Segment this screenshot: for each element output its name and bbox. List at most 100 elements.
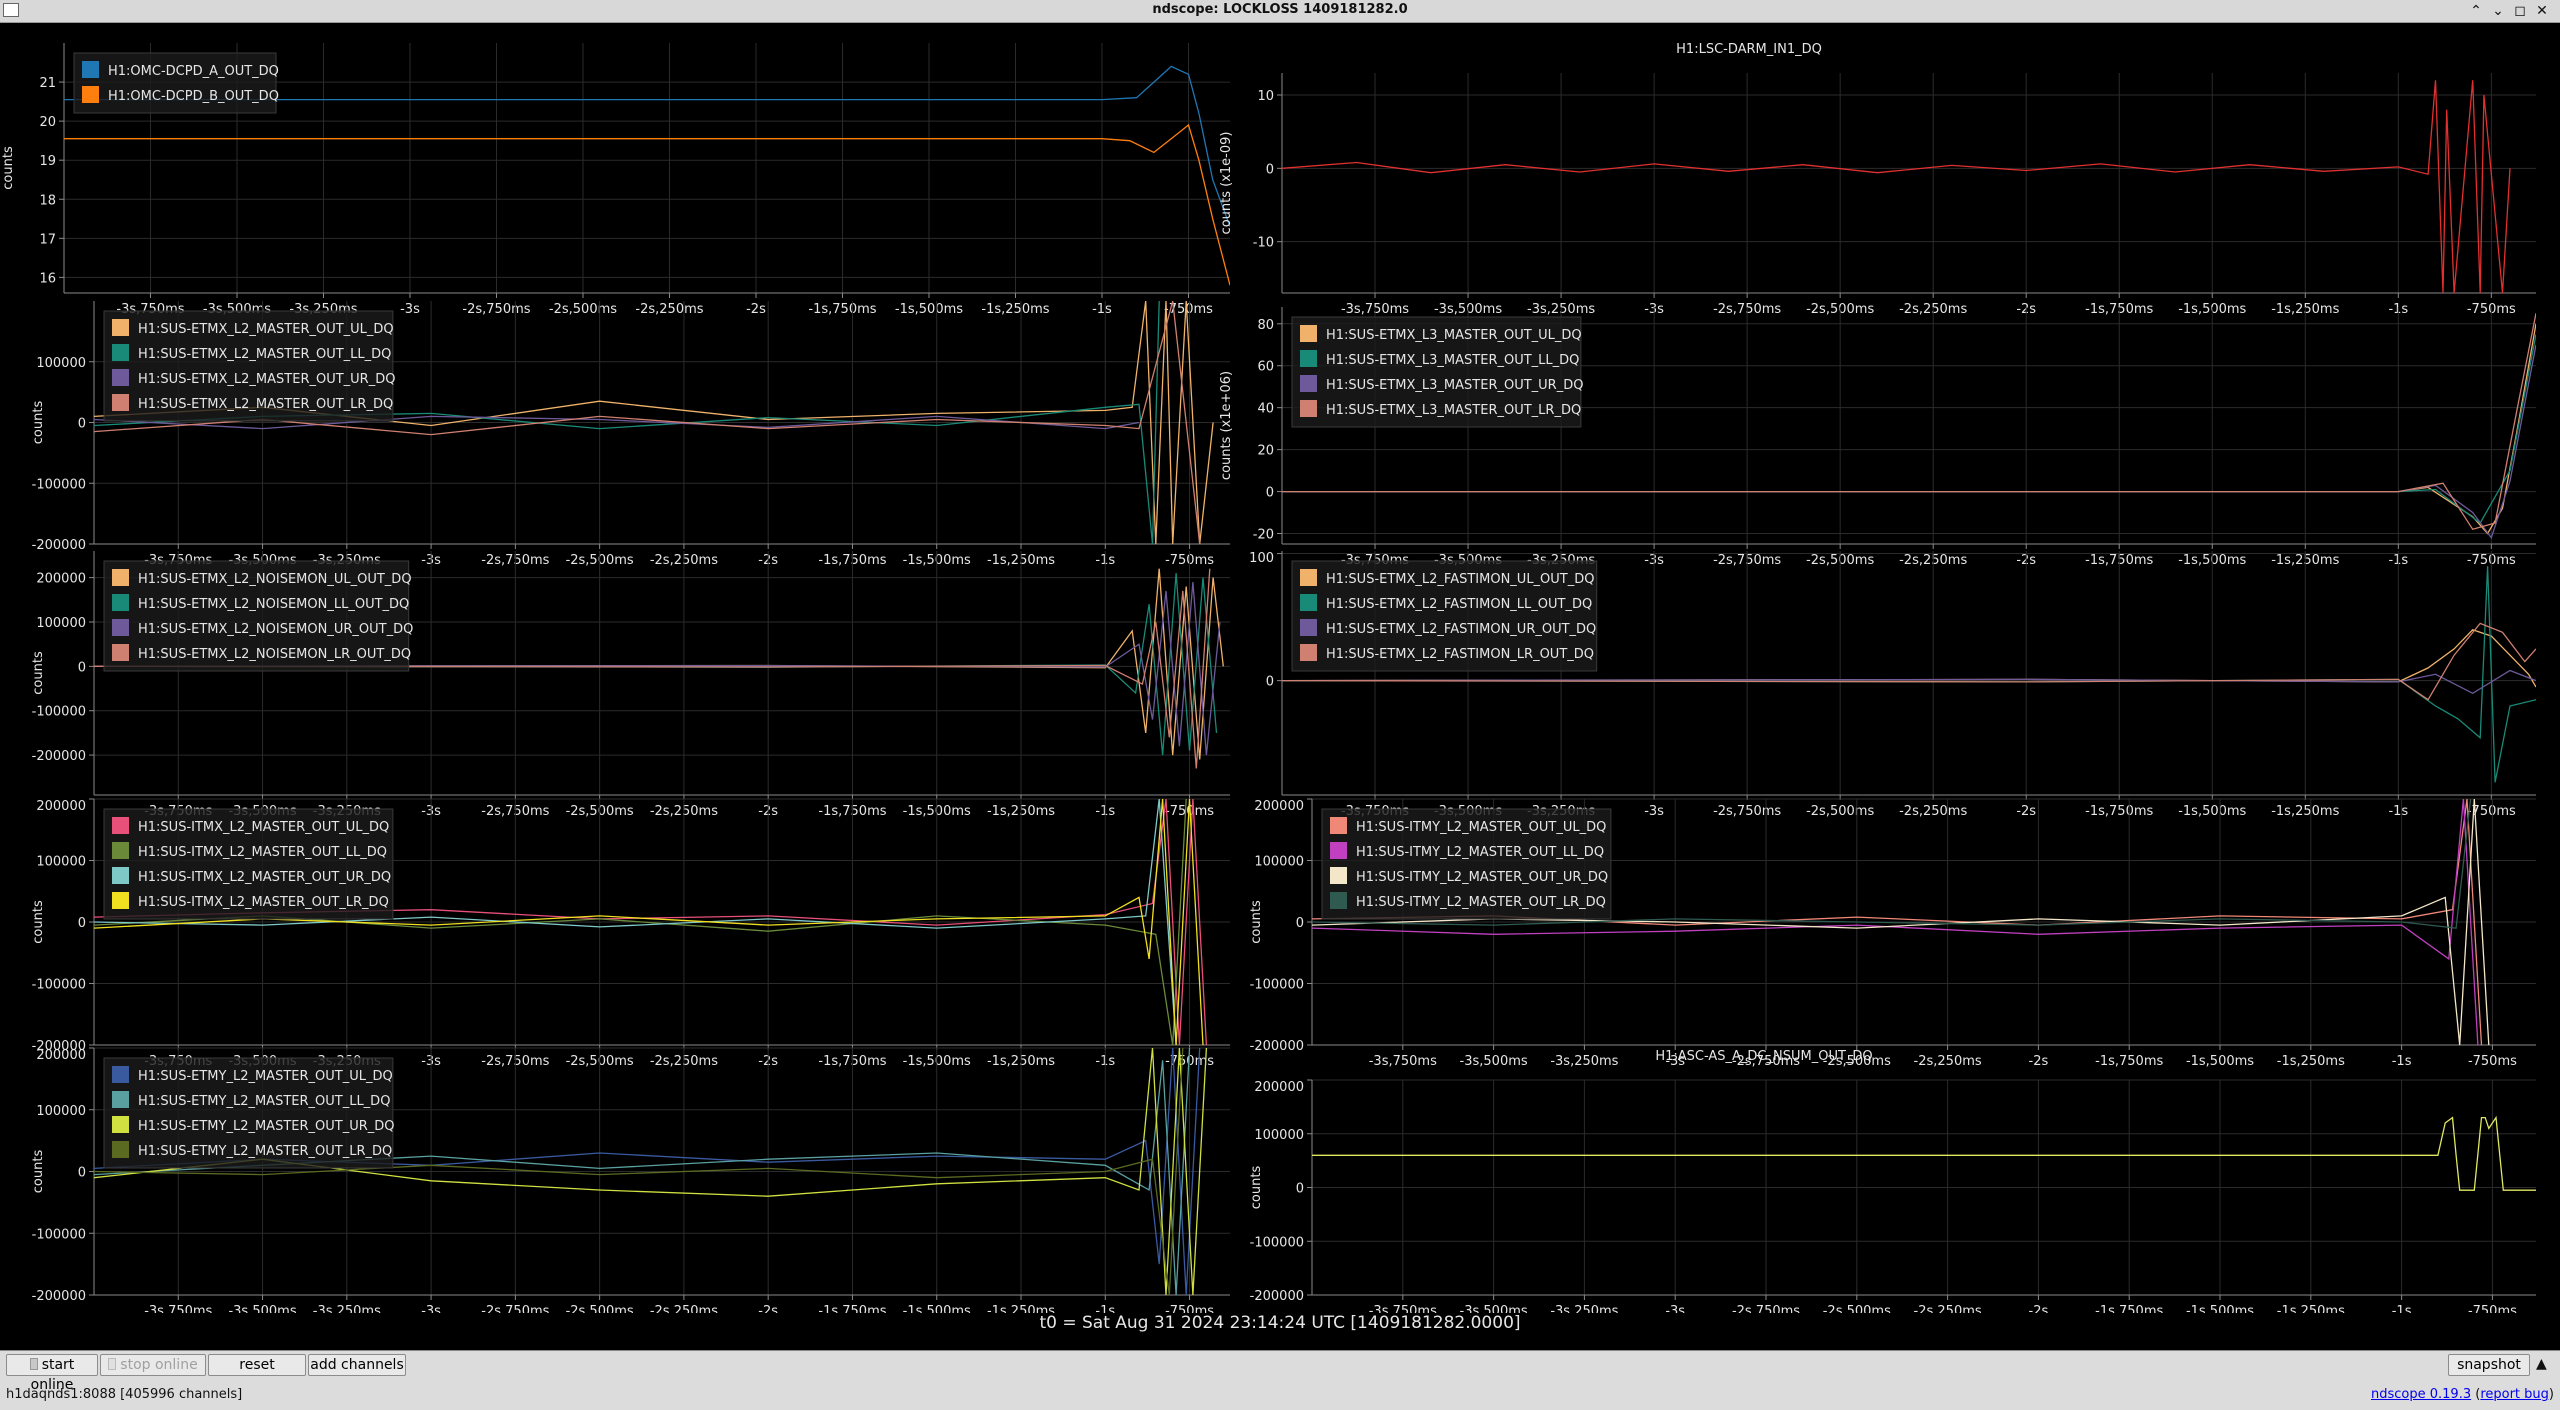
legend-label: H1:SUS-ETMX_L2_FASTIMON_UR_OUT_DQ xyxy=(1326,622,1596,637)
plots-canvas[interactable]: -3s,750ms -3s,500ms -3s,250ms -3s -2s,750ms -… xyxy=(0,23,2560,1313)
legend-swatch[interactable] xyxy=(112,594,129,611)
legend-swatch[interactable] xyxy=(1300,350,1317,367)
y-axis-label: counts xyxy=(31,401,46,445)
series-line xyxy=(1282,80,2511,293)
legend-swatch[interactable] xyxy=(112,569,129,586)
legend-swatch[interactable] xyxy=(112,892,129,909)
x-tick-label: -2s xyxy=(2016,804,2036,819)
plot-panel-10[interactable]: -3s,750ms -3s,500ms -3s,250ms -3s -2s,750ms -… xyxy=(1249,1049,2536,1313)
reset-button[interactable]: reset xyxy=(208,1354,306,1376)
legend-swatch[interactable] xyxy=(1300,569,1317,586)
y-tick-label: 0 xyxy=(1266,486,1274,501)
legend-swatch[interactable] xyxy=(1300,325,1317,342)
x-tick-label: -2s,250ms xyxy=(1914,1054,1982,1069)
plot-panel-8[interactable]: -3s,750ms -3s,500ms -3s,250ms -3s -2s,750ms -… xyxy=(1249,798,2536,1069)
y-tick-label: -200000 xyxy=(32,538,86,553)
legend-swatch[interactable] xyxy=(112,1091,129,1108)
legend-swatch[interactable] xyxy=(112,644,129,661)
y-tick-label: 0 xyxy=(1266,675,1274,690)
legend-swatch[interactable] xyxy=(82,61,99,78)
x-tick-label: -3s,500ms xyxy=(1460,1304,1528,1313)
legend-swatch[interactable] xyxy=(1300,644,1317,661)
y-tick-label: 0 xyxy=(1296,1182,1304,1197)
legend-swatch[interactable] xyxy=(112,394,129,411)
x-tick-label: -2s,750ms xyxy=(462,302,530,317)
plot-panel-3[interactable]: -3s,750ms-3s,500ms-3s,250ms-3s-2s,750ms-… xyxy=(31,301,1230,568)
report-bug-link[interactable]: report bug xyxy=(2480,1387,2549,1402)
plot-panel-5[interactable]: -3s,750ms-3s,500ms-3s,250ms-3s-2s,750ms-… xyxy=(31,551,1230,819)
legend-swatch[interactable] xyxy=(1300,619,1317,636)
restore-icon[interactable]: ◻ xyxy=(2510,1,2530,21)
x-tick-label: -2s,500ms xyxy=(1823,1304,1891,1313)
x-tick-label: -1s xyxy=(2392,1054,2412,1069)
legend-swatch[interactable] xyxy=(82,86,99,103)
y-tick-label: -20 xyxy=(1253,528,1274,543)
legend-label: H1:SUS-ITMX_L2_MASTER_OUT_UR_DQ xyxy=(138,870,391,885)
x-tick-label: -750ms xyxy=(2468,1304,2517,1313)
legend-label: H1:SUS-ETMX_L2_FASTIMON_LR_OUT_DQ xyxy=(1326,647,1594,662)
plot-panel-9[interactable]: -3s,750ms -3s,500ms -3s,250ms -3s -2s,750ms -… xyxy=(31,1047,1230,1313)
y-tick-label: -200000 xyxy=(32,749,86,764)
legend-swatch[interactable] xyxy=(112,842,129,859)
legend-swatch[interactable] xyxy=(112,344,129,361)
legend-label: H1:SUS-ETMX_L3_MASTER_OUT_UL_DQ xyxy=(1326,328,1582,343)
y-tick-label: 18 xyxy=(39,193,56,208)
x-tick-label: -3s,500ms xyxy=(1460,1054,1528,1069)
start-online-button[interactable]: start online xyxy=(6,1354,98,1393)
add-channels-button[interactable]: add channels xyxy=(308,1354,406,1376)
x-tick-label: -3s,250ms xyxy=(313,1304,381,1313)
y-axis-label: counts xyxy=(1249,1166,1264,1210)
x-tick-label: -1s,750ms xyxy=(808,302,876,317)
plot-panel-4[interactable]: -3s,750ms-3s,500ms-3s,250ms-3s-2s,750ms-… xyxy=(1219,307,2536,568)
plot-panel-6[interactable]: -3s,750ms-3s,500ms-3s,250ms-3s-2s,750ms-… xyxy=(1249,551,2536,819)
server-status: h1daqnds1:8088 [405996 channels] xyxy=(6,1387,243,1402)
legend-swatch[interactable] xyxy=(112,1116,129,1133)
legend-swatch[interactable] xyxy=(112,817,129,834)
snapshot-button[interactable]: snapshot xyxy=(2448,1354,2530,1376)
legend-swatch[interactable] xyxy=(1300,400,1317,417)
legend-swatch[interactable] xyxy=(112,369,129,386)
maximize-icon[interactable]: ⌄ xyxy=(2488,1,2508,21)
legend-swatch[interactable] xyxy=(1330,892,1347,909)
version-info: ndscope 0.19.3 (report bug) xyxy=(2371,1387,2554,1402)
x-tick-label: -1s xyxy=(1095,1304,1115,1313)
y-tick-label: 100 xyxy=(1249,551,1274,566)
snapshot-menu-chevron-icon[interactable]: ▲ xyxy=(2536,1356,2547,1372)
plot-panel-1[interactable]: -3s,750ms -3s,500ms -3s,250ms -3s -2s,750ms -… xyxy=(1,43,1230,317)
y-tick-label: -10 xyxy=(1253,236,1274,251)
legend-swatch[interactable] xyxy=(112,1066,129,1083)
y-tick-label: 200000 xyxy=(36,572,86,587)
x-tick-label: -3s xyxy=(421,1304,441,1313)
x-tick-label: -1s,750ms xyxy=(2085,804,2153,819)
plot-panel-2[interactable]: -3s,750ms -3s,500ms -3s,250ms -3s -2s,750ms -… xyxy=(1219,42,2536,317)
x-tick-label: -1s,250ms xyxy=(2277,1304,2345,1313)
y-tick-label: 100000 xyxy=(1254,1128,1304,1143)
plot-panel-7[interactable]: -3s,750ms-3s,500ms-3s,250ms-3s-2s,750ms-… xyxy=(31,798,1230,1069)
x-tick-label: -2s xyxy=(758,1304,778,1313)
x-tick-label: -1s,500ms xyxy=(895,302,963,317)
legend-swatch[interactable] xyxy=(112,867,129,884)
x-tick-label: -1s,250ms xyxy=(981,302,1049,317)
x-tick-label: -2s,250ms xyxy=(1914,1304,1982,1313)
legend-swatch[interactable] xyxy=(112,319,129,336)
x-tick-label: -3s,750ms xyxy=(1369,1304,1437,1313)
legend-swatch[interactable] xyxy=(1300,375,1317,392)
legend-swatch[interactable] xyxy=(1330,842,1347,859)
legend-swatch[interactable] xyxy=(112,619,129,636)
legend-swatch[interactable] xyxy=(1330,817,1347,834)
y-tick-label: -100000 xyxy=(1250,1235,1304,1250)
x-tick-label: -3s xyxy=(400,302,420,317)
version-link[interactable]: ndscope 0.19.3 xyxy=(2371,1387,2471,1402)
legend-box xyxy=(73,52,277,114)
minimize-icon[interactable]: ⌃ xyxy=(2466,1,2486,21)
legend-swatch[interactable] xyxy=(1330,867,1347,884)
x-tick-label: -3s xyxy=(1665,1304,1685,1313)
legend-swatch[interactable] xyxy=(1300,594,1317,611)
y-axis-label: counts (x1e+06) xyxy=(1219,371,1234,480)
legend-swatch[interactable] xyxy=(112,1141,129,1158)
close-icon[interactable]: ✕ xyxy=(2532,1,2552,21)
x-tick-label: -3s,500ms xyxy=(228,1304,296,1313)
y-tick-label: 19 xyxy=(39,154,56,169)
y-tick-label: 80 xyxy=(1257,318,1274,333)
bottom-toolbar: start online stop online reset add chann… xyxy=(0,1350,2560,1410)
